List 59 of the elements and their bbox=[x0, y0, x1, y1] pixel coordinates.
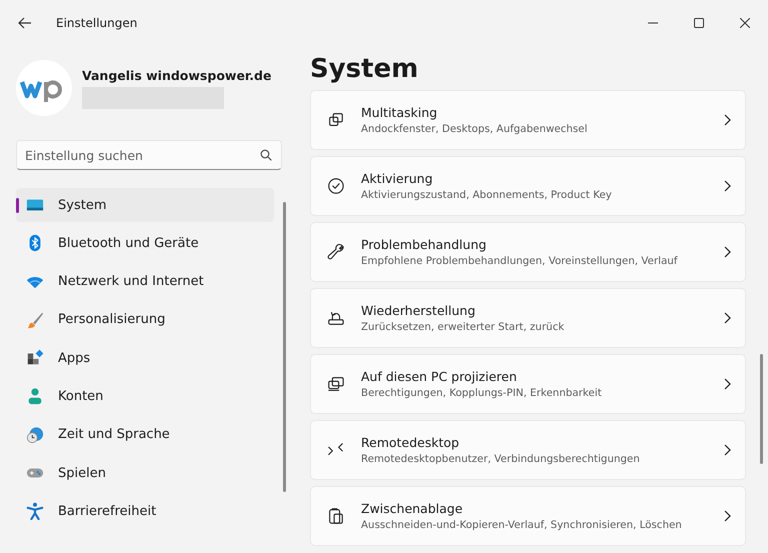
settings-card[interactable]: Remotedesktop Remotedesktopbenutzer, Verbindungsberechtigungen bbox=[310, 420, 746, 480]
search-icon bbox=[260, 149, 272, 161]
accessibility-icon bbox=[26, 502, 44, 520]
person-icon bbox=[26, 387, 44, 406]
wrench-icon bbox=[327, 243, 345, 261]
setting-title: Multitasking bbox=[361, 105, 438, 120]
setting-description: Zurücksetzen, erweiterter Start, zurück bbox=[361, 321, 566, 333]
setting-description: Aktivierungszustand, Abonnements, Product Key bbox=[361, 189, 613, 201]
setting-title: Remotedesktop bbox=[361, 435, 460, 450]
maximize-icon bbox=[694, 18, 704, 28]
setting-title: Aktivierung bbox=[361, 171, 434, 186]
chevron-right-icon bbox=[723, 180, 731, 192]
close-icon bbox=[740, 18, 750, 28]
setting-title: Zwischenablage bbox=[361, 501, 464, 516]
nav-item[interactable]: Konten bbox=[16, 379, 274, 414]
setting-title: Auf diesen PC projizieren bbox=[361, 369, 518, 384]
search-field[interactable]: Einstellung suchen bbox=[16, 140, 282, 170]
nav-item[interactable]: System bbox=[16, 188, 274, 222]
apps-icon bbox=[26, 349, 44, 368]
clipboard-icon bbox=[327, 507, 345, 525]
avatar bbox=[16, 60, 72, 116]
brush-icon bbox=[26, 310, 44, 329]
selection-indicator bbox=[16, 198, 19, 213]
setting-title: Problembehandlung bbox=[361, 237, 488, 252]
setting-description: Empfohlene Problembehandlungen, Voreinstellungen, Verlauf bbox=[361, 255, 678, 267]
setting-description: Berechtigungen, Kopplungs-PIN, Erkennbarkeit bbox=[361, 387, 603, 399]
nav-item[interactable]: Bluetooth und Geräte bbox=[16, 226, 274, 260]
chevron-right-icon bbox=[723, 114, 731, 126]
setting-description: Ausschneiden-und-Kopieren-Verlauf, Synchronisieren, Löschen bbox=[361, 519, 683, 531]
setting-description: Andockfenster, Desktops, Aufgabenwechsel bbox=[361, 123, 588, 135]
nav-item[interactable]: Zeit und Sprache bbox=[16, 418, 274, 452]
page-title: System bbox=[310, 54, 420, 84]
chevron-right-icon bbox=[723, 378, 731, 390]
nav-item[interactable]: Netzwerk und Internet bbox=[16, 264, 274, 299]
nav-item[interactable]: Spielen bbox=[16, 456, 274, 490]
minimize-icon bbox=[648, 22, 658, 24]
nav-item[interactable]: Personalisierung bbox=[16, 302, 274, 337]
settings-card[interactable]: Auf diesen PC projizieren Berechtigungen, Kopplungs-PIN, Erkennbarkeit bbox=[310, 354, 746, 414]
nav-item[interactable]: Barrierefreiheit bbox=[16, 494, 274, 528]
profile-name: Vangelis windowspower.de bbox=[82, 68, 272, 82]
nav-item[interactable]: Apps bbox=[16, 341, 274, 376]
chevron-right-icon bbox=[723, 444, 731, 456]
checkmark-circle-icon bbox=[327, 177, 345, 195]
windows-icon bbox=[327, 111, 345, 129]
setting-title: Wiederherstellung bbox=[361, 303, 476, 318]
settings-card[interactable]: Aktivierung Aktivierungszustand, Abonnements, Product Key bbox=[310, 156, 746, 216]
recovery-icon bbox=[327, 309, 345, 327]
settings-card[interactable]: Zwischenablage Ausschneiden-und-Kopieren-Verlauf, Synchronisieren, Löschen bbox=[310, 486, 746, 546]
chevron-right-icon bbox=[723, 312, 731, 324]
chevron-right-icon bbox=[723, 510, 731, 522]
settings-card[interactable]: Problembehandlung Empfohlene Problembehandlungen, Voreinstellungen, Verlauf bbox=[310, 222, 746, 282]
globe-clock-icon bbox=[26, 426, 44, 444]
window-title: Einstellungen bbox=[56, 16, 138, 30]
back-arrow-icon bbox=[18, 17, 32, 29]
project-screens-icon bbox=[327, 375, 345, 393]
setting-description: Remotedesktopbenutzer, Verbindungsberechtigungen bbox=[361, 453, 641, 465]
settings-card[interactable]: Multitasking Andockfenster, Desktops, Aufgabenwechsel bbox=[310, 90, 746, 150]
chevron-right-icon bbox=[723, 246, 731, 258]
settings-card[interactable]: Wiederherstellung Zurücksetzen, erweiterter Start, zurück bbox=[310, 288, 746, 348]
